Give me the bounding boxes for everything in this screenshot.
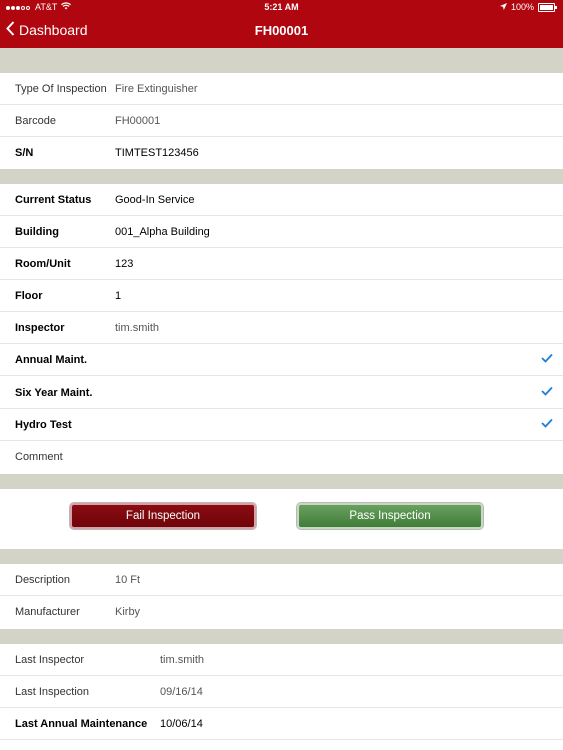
field-value: Kirby	[115, 606, 141, 618]
field-label: Room/Unit	[15, 258, 71, 270]
toggle-row-annual-maint[interactable]: Annual Maint.	[0, 344, 563, 376]
field-label: Comment	[15, 451, 63, 463]
status-bar: AT&T 5:21 AM 100%	[0, 0, 563, 15]
field-label: Annual Maint.	[15, 354, 88, 366]
status-right: 100%	[499, 2, 557, 12]
back-button[interactable]: Dashboard	[6, 21, 88, 39]
field-label: Last Inspection	[15, 686, 89, 698]
field-value: Fire Extinguisher	[115, 83, 198, 95]
field-label: S/N	[15, 147, 34, 159]
field-row-last-annual-maintenance: Last Annual Maintenance 10/06/14	[0, 708, 563, 740]
checkmark-icon	[541, 353, 553, 366]
field-value: Good-In Service	[115, 194, 195, 206]
inspection-actions: Fail Inspection Pass Inspection	[0, 489, 563, 549]
field-value: FH00001	[115, 115, 161, 127]
toggle-row-hydro-test[interactable]: Hydro Test	[0, 409, 563, 441]
clock: 5:21 AM	[264, 2, 299, 12]
nav-bar: Dashboard FH00001	[0, 15, 563, 48]
field-row-barcode[interactable]: Barcode FH00001	[0, 105, 563, 137]
field-value: TIMTEST123456	[115, 147, 199, 159]
field-label: Six Year Maint.	[15, 387, 93, 399]
field-row-type-of-inspection[interactable]: Type Of Inspection Fire Extinguisher	[0, 73, 563, 105]
field-label: Last Inspector	[15, 654, 85, 666]
battery-icon	[538, 2, 557, 12]
field-label: Type Of Inspection	[15, 83, 107, 95]
field-row-floor[interactable]: Floor 1	[0, 280, 563, 312]
field-label: Hydro Test	[15, 419, 72, 431]
fail-inspection-button[interactable]: Fail Inspection	[70, 503, 256, 529]
field-label: Manufacturer	[15, 606, 80, 618]
chevron-left-icon	[6, 21, 15, 39]
field-value: 10/06/14	[160, 718, 203, 730]
field-value: 09/16/14	[160, 686, 203, 698]
field-row-last-inspection: Last Inspection 09/16/14	[0, 676, 563, 708]
field-value: 123	[115, 258, 134, 270]
field-value: tim.smith	[115, 322, 159, 334]
battery-percent: 100%	[510, 2, 534, 12]
section-separator	[0, 474, 563, 489]
field-label: Inspector	[15, 322, 65, 334]
field-label: Floor	[15, 290, 43, 302]
field-value: 001_Alpha Building	[115, 226, 210, 238]
field-row-current-status[interactable]: Current Status Good-In Service	[0, 184, 563, 216]
field-label: Barcode	[15, 115, 56, 127]
back-label: Dashboard	[19, 22, 88, 38]
field-row-manufacturer[interactable]: Manufacturer Kirby	[0, 596, 563, 628]
field-row-inspector[interactable]: Inspector tim.smith	[0, 312, 563, 344]
field-label: Description	[15, 574, 71, 586]
section-separator	[0, 169, 563, 184]
field-row-comment[interactable]: Comment	[0, 441, 563, 473]
pass-inspection-button[interactable]: Pass Inspection	[297, 503, 483, 529]
toggle-row-six-year-maint[interactable]: Six Year Maint.	[0, 377, 563, 409]
field-value: 1	[115, 290, 122, 302]
field-row-description[interactable]: Description 10 Ft	[0, 564, 563, 596]
field-label: Current Status	[15, 194, 92, 206]
field-value: tim.smith	[160, 654, 204, 666]
section-separator	[0, 549, 563, 564]
field-value: 10 Ft	[115, 574, 141, 586]
field-label: Building	[15, 226, 59, 238]
checkmark-icon	[541, 386, 553, 399]
field-row-building[interactable]: Building 001_Alpha Building	[0, 216, 563, 248]
field-row-serial-number[interactable]: S/N TIMTEST123456	[0, 137, 563, 169]
section-separator	[0, 48, 563, 73]
field-label: Last Annual Maintenance	[15, 718, 148, 730]
checkmark-icon	[541, 418, 553, 431]
location-icon	[499, 2, 507, 12]
field-row-room-unit[interactable]: Room/Unit 123	[0, 248, 563, 280]
field-row-last-inspector: Last Inspector tim.smith	[0, 644, 563, 676]
section-separator	[0, 629, 563, 644]
